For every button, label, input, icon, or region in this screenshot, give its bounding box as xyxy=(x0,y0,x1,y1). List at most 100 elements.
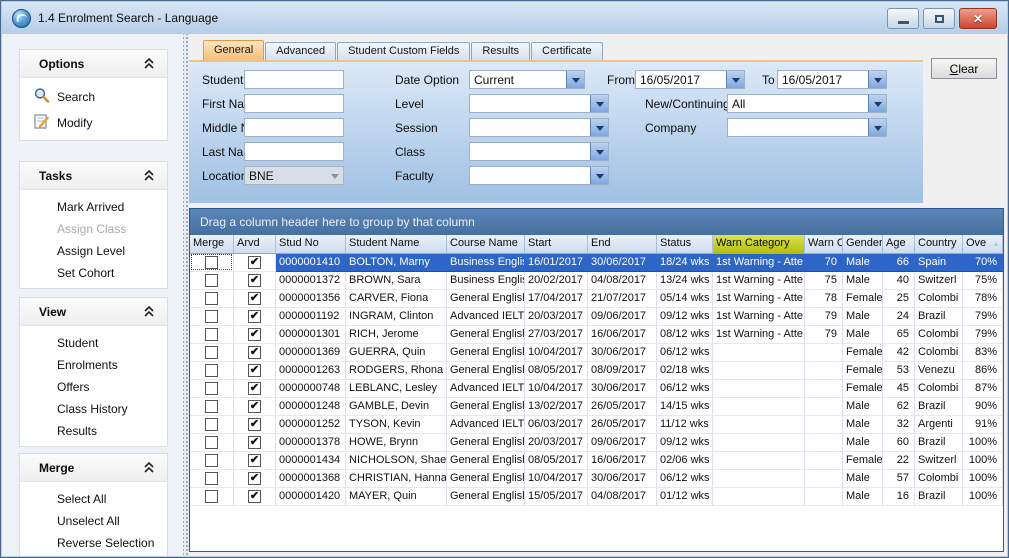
column-header-status[interactable]: Status xyxy=(657,235,713,254)
column-header-end[interactable]: End xyxy=(588,235,657,254)
sidebar-item-enrolments[interactable]: Enrolments xyxy=(20,354,167,376)
column-header-course_name[interactable]: Course Name xyxy=(447,235,525,254)
merge-checkbox[interactable] xyxy=(205,346,218,359)
arvd-checkbox[interactable]: ✔ xyxy=(248,328,261,341)
close-button[interactable]: ✕ xyxy=(959,8,997,29)
arvd-checkbox[interactable]: ✔ xyxy=(248,382,261,395)
table-row[interactable]: ✔0000001252TYSON, KevinAdvanced IELTS06/… xyxy=(190,416,1003,434)
column-header-arvd[interactable]: Arvd xyxy=(234,235,276,254)
sidebar-item-reverse-selection[interactable]: Reverse Selection xyxy=(20,532,167,554)
arvd-checkbox[interactable]: ✔ xyxy=(248,418,261,431)
table-row[interactable]: ✔0000001368CHRISTIAN, HannaGeneral Engli… xyxy=(190,470,1003,488)
table-row[interactable]: ✔0000000748LEBLANC, LesleyAdvanced IELTS… xyxy=(190,380,1003,398)
section-header-options[interactable]: Options xyxy=(20,50,167,78)
sidebar-item-set-cohort[interactable]: Set Cohort xyxy=(20,262,167,284)
section-header-merge[interactable]: Merge xyxy=(20,454,167,482)
merge-checkbox[interactable] xyxy=(205,436,218,449)
column-header-gender[interactable]: Gender xyxy=(843,235,883,254)
column-header-ove[interactable]: Ove▲ xyxy=(963,235,1003,254)
sidebar-item-class-history[interactable]: Class History xyxy=(20,398,167,420)
new-continuing-combo[interactable]: All xyxy=(727,94,887,113)
arvd-checkbox[interactable]: ✔ xyxy=(248,472,261,485)
sidebar-item-assign-level[interactable]: Assign Level xyxy=(20,240,167,262)
group-by-panel[interactable]: Drag a column header here to group by th… xyxy=(190,209,1003,235)
column-header-student_name[interactable]: Student Name xyxy=(346,235,447,254)
middle-name-input[interactable] xyxy=(244,118,344,137)
merge-checkbox[interactable] xyxy=(205,454,218,467)
collapse-icon[interactable] xyxy=(143,306,155,317)
table-row[interactable]: ✔0000001434NICHOLSON, ShaeleGeneral Engl… xyxy=(190,452,1003,470)
arvd-checkbox[interactable]: ✔ xyxy=(248,274,261,287)
table-row[interactable]: ✔0000001301RICH, JeromeGeneral English27… xyxy=(190,326,1003,344)
column-header-age[interactable]: Age xyxy=(883,235,915,254)
table-row[interactable]: ✔0000001263RODGERS, RhonaGeneral English… xyxy=(190,362,1003,380)
table-row[interactable]: ✔0000001378HOWE, BrynnGeneral English20/… xyxy=(190,434,1003,452)
arvd-checkbox[interactable]: ✔ xyxy=(248,400,261,413)
merge-checkbox[interactable] xyxy=(205,310,218,323)
level-combo[interactable] xyxy=(469,94,609,113)
tab-advanced[interactable]: Advanced xyxy=(265,42,336,60)
section-header-tasks[interactable]: Tasks xyxy=(20,162,167,190)
clear-button[interactable]: Clear xyxy=(931,58,997,79)
tab-results[interactable]: Results xyxy=(471,42,530,60)
merge-checkbox[interactable] xyxy=(205,418,218,431)
arvd-checkbox[interactable]: ✔ xyxy=(248,454,261,467)
arvd-checkbox[interactable]: ✔ xyxy=(248,310,261,323)
arvd-checkbox[interactable]: ✔ xyxy=(248,490,261,503)
table-row[interactable]: ✔0000001248GAMBLE, DevinGeneral English1… xyxy=(190,398,1003,416)
date-option-combo[interactable]: Current xyxy=(469,70,585,89)
first-name-input[interactable] xyxy=(244,94,344,113)
class-combo[interactable] xyxy=(469,142,609,161)
merge-checkbox[interactable] xyxy=(205,256,218,269)
collapse-icon[interactable] xyxy=(143,58,155,69)
sidebar-item-mark-arrived[interactable]: Mark Arrived xyxy=(20,196,167,218)
tab-certificate[interactable]: Certificate xyxy=(531,42,603,60)
to-date-combo[interactable]: 16/05/2017 xyxy=(777,70,887,89)
merge-checkbox[interactable] xyxy=(205,364,218,377)
table-row[interactable]: ✔0000001356CARVER, FionaGeneral English1… xyxy=(190,290,1003,308)
table-row[interactable]: ✔0000001420MAYER, QuinGeneral English15/… xyxy=(190,488,1003,506)
table-row[interactable]: ✔0000001369GUERRA, QuinGeneral English10… xyxy=(190,344,1003,362)
collapse-icon[interactable] xyxy=(143,170,155,181)
column-header-merge[interactable]: Merge xyxy=(190,235,234,254)
table-row[interactable]: ✔0000001372BROWN, SaraBusiness English20… xyxy=(190,272,1003,290)
sidebar-item-search[interactable]: Search xyxy=(20,84,167,110)
merge-checkbox[interactable] xyxy=(205,400,218,413)
column-header-warn_category[interactable]: Warn Category xyxy=(713,235,805,254)
column-header-stud_no[interactable]: Stud No xyxy=(276,235,346,254)
minimize-button[interactable] xyxy=(887,8,919,29)
merge-checkbox[interactable] xyxy=(205,382,218,395)
sidebar-item-select-all[interactable]: Select All xyxy=(20,488,167,510)
arvd-checkbox[interactable]: ✔ xyxy=(248,292,261,305)
sidebar-item-unselect-all[interactable]: Unselect All xyxy=(20,510,167,532)
sidebar-item-student[interactable]: Student xyxy=(20,332,167,354)
merge-checkbox[interactable] xyxy=(205,472,218,485)
tab-student-custom-fields[interactable]: Student Custom Fields xyxy=(337,42,470,60)
merge-checkbox[interactable] xyxy=(205,490,218,503)
student-no-input[interactable] xyxy=(244,70,344,89)
merge-checkbox[interactable] xyxy=(205,274,218,287)
maximize-button[interactable] xyxy=(923,8,955,29)
arvd-checkbox[interactable]: ✔ xyxy=(248,256,261,269)
section-header-view[interactable]: View xyxy=(20,298,167,326)
sidebar-item-modify[interactable]: Modify xyxy=(20,110,167,136)
arvd-checkbox[interactable]: ✔ xyxy=(248,346,261,359)
column-header-warn_c[interactable]: Warn C xyxy=(805,235,843,254)
last-name-input[interactable] xyxy=(244,142,344,161)
company-combo[interactable] xyxy=(727,118,887,137)
faculty-combo[interactable] xyxy=(469,166,609,185)
arvd-checkbox[interactable]: ✔ xyxy=(248,436,261,449)
merge-checkbox[interactable] xyxy=(205,292,218,305)
merge-checkbox[interactable] xyxy=(205,328,218,341)
session-combo[interactable] xyxy=(469,118,609,137)
sidebar-item-results[interactable]: Results xyxy=(20,420,167,442)
table-row[interactable]: ✔0000001192INGRAM, ClintonAdvanced IELTS… xyxy=(190,308,1003,326)
from-date-combo[interactable]: 16/05/2017 xyxy=(635,70,745,89)
collapse-icon[interactable] xyxy=(143,462,155,473)
column-header-country[interactable]: Country xyxy=(915,235,963,254)
sidebar-item-offers[interactable]: Offers xyxy=(20,376,167,398)
arvd-checkbox[interactable]: ✔ xyxy=(248,364,261,377)
table-row[interactable]: ✔0000001410BOLTON, MarnyBusiness English… xyxy=(190,254,1003,272)
tab-general[interactable]: General xyxy=(203,40,264,60)
column-header-start[interactable]: Start xyxy=(525,235,588,254)
